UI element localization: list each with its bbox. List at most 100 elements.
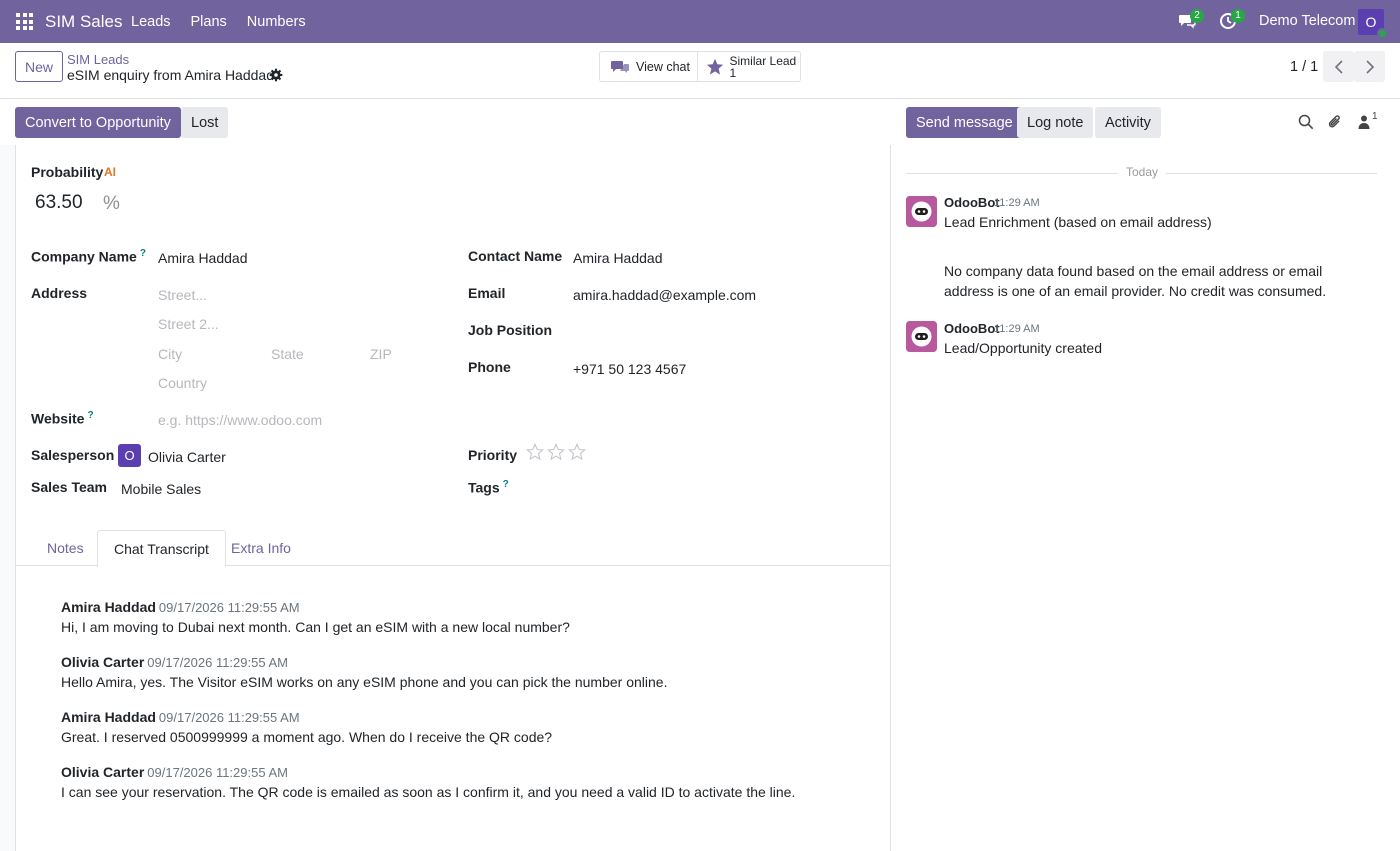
new-button[interactable]: New [15, 51, 63, 82]
street2-input[interactable]: Street 2... [158, 316, 219, 332]
pager-next-button[interactable] [1354, 51, 1385, 82]
form-notebook-tabs: Notes Chat Transcript Extra Info [15, 530, 890, 567]
company-name-field[interactable]: Amira Haddad [158, 250, 248, 266]
robot-icon [906, 321, 937, 352]
separator-line [1166, 173, 1377, 174]
transcript-message: Amira Haddad 09/17/2026 11:29:55 AM Hi, I… [61, 599, 570, 635]
message-date: 09/17/2026 11:29:55 AM [147, 655, 288, 670]
chevron-right-icon [1365, 59, 1374, 74]
send-message-button[interactable]: Send message [906, 107, 1023, 138]
breadcrumb-current: eSIM enquiry from Amira Haddad [67, 67, 274, 83]
message-author[interactable]: OdooBot [944, 321, 1000, 336]
probability-percent: % [103, 193, 120, 214]
followers-count: 1 [1372, 111, 1378, 122]
phone-field[interactable]: +971 50 123 4567 [573, 361, 686, 377]
ai-icon: AI [104, 165, 116, 179]
tab-chat-transcript[interactable]: Chat Transcript [97, 530, 226, 567]
message-body: Lead Enrichment (based on email address) [944, 214, 1212, 230]
message-date: 09/17/2026 11:29:55 AM [158, 600, 300, 615]
website-label: Website? [31, 410, 94, 427]
control-panel: New SIM Leads eSIM enquiry from Amira Ha… [0, 43, 1400, 99]
state-input[interactable]: State [271, 346, 304, 362]
paperclip-icon[interactable] [1327, 114, 1343, 130]
date-separator: Today [906, 165, 1377, 181]
company-name-label-text: Company Name [31, 248, 137, 265]
contact-name-label: Contact Name [468, 248, 563, 264]
odoobot-avatar [906, 321, 937, 352]
message-body: Hello Amira, yes. The Visitor eSIM works… [61, 674, 668, 690]
company-switcher[interactable]: Demo Telecom [1259, 13, 1355, 29]
messaging-menu[interactable]: 2 [1178, 9, 1204, 30]
message-date: 09/17/2026 11:29:55 AM [158, 710, 300, 725]
help-icon[interactable]: ? [140, 248, 146, 259]
view-chat-label: View chat [636, 59, 690, 74]
message-body: Great. I reserved 0500999999 a moment ag… [61, 729, 553, 745]
menu-item-numbers[interactable]: Numbers [247, 14, 306, 30]
website-input[interactable]: e.g. https://www.odoo.com [158, 412, 322, 428]
help-icon[interactable]: ? [87, 410, 93, 421]
tags-label-text: Tags [468, 479, 500, 496]
priority-star-icon[interactable] [526, 443, 544, 461]
menu-item-plans[interactable]: Plans [191, 14, 227, 30]
priority-label: Priority [468, 447, 518, 463]
message-author[interactable]: OdooBot [944, 195, 1000, 210]
log-note-button[interactable]: Log note [1017, 107, 1094, 138]
priority-widget [526, 443, 586, 461]
help-icon[interactable]: ? [503, 479, 509, 490]
sales-team-field[interactable]: Mobile Sales [121, 481, 201, 497]
view-chat-button[interactable]: View chat [600, 52, 698, 81]
pager-previous-button[interactable] [1323, 51, 1354, 82]
priority-star-icon[interactable] [568, 443, 586, 461]
separator-line [906, 173, 1118, 174]
lost-button[interactable]: Lost [181, 107, 229, 138]
tags-field[interactable] [573, 479, 853, 499]
transcript-message: Olivia Carter 09/17/2026 11:29:55 AM Hell… [61, 654, 667, 690]
pager-value[interactable]: 1 / 1 [1290, 59, 1318, 75]
similar-lead-count: 1 [729, 65, 737, 80]
address-label: Address [31, 285, 88, 301]
gear-icon[interactable] [269, 68, 283, 82]
tab-extra-info[interactable]: Extra Info [215, 530, 307, 566]
probability-label: Probability [31, 164, 104, 180]
smart-buttons: View chat Similar Lead 1 [599, 51, 801, 82]
message-author: Amira Haddad [61, 709, 156, 725]
city-input[interactable]: City [158, 346, 182, 362]
message-author: Amira Haddad [61, 599, 156, 615]
app-brand[interactable]: SIM Sales [45, 12, 122, 32]
followers-icon[interactable] [1357, 114, 1373, 130]
breadcrumb-parent[interactable]: SIM Leads [67, 52, 129, 67]
email-label: Email [468, 285, 506, 301]
activity-button[interactable]: Activity [1095, 107, 1161, 138]
tab-notes[interactable]: Notes [31, 530, 100, 566]
sales-team-label: Sales Team [31, 479, 108, 495]
form-statusbar: Convert to Opportunity Lost [0, 99, 890, 145]
chat-icon [611, 60, 629, 73]
zip-input[interactable]: ZIP [370, 346, 392, 362]
user-avatar[interactable]: O [1358, 9, 1388, 39]
job-position-field[interactable] [573, 322, 853, 342]
message-body: I can see your reservation. The QR code … [61, 784, 796, 800]
similar-lead-button[interactable]: Similar Lead 1 [698, 52, 800, 81]
odoobot-avatar [906, 196, 937, 227]
star-icon [706, 58, 723, 75]
message-time: 11:29 AM [994, 323, 1040, 335]
salesperson-field[interactable]: Olivia Carter [148, 449, 226, 465]
menu-item-leads[interactable]: Leads [131, 14, 171, 30]
phone-label: Phone [468, 359, 511, 375]
user-initial: O [1365, 14, 1377, 30]
street-input[interactable]: Street... [158, 287, 207, 303]
website-label-text: Website [31, 410, 85, 427]
probability-input[interactable]: 63.50 [35, 192, 83, 214]
message-author: Olivia Carter [61, 764, 145, 780]
app-menu-icon[interactable] [16, 13, 33, 30]
message-body: Lead/Opportunity created [944, 340, 1102, 356]
job-position-label: Job Position [468, 322, 552, 338]
convert-to-opportunity-button[interactable]: Convert to Opportunity [15, 107, 181, 138]
date-separator-label: Today [1126, 165, 1159, 179]
country-input[interactable]: Country [158, 375, 207, 391]
contact-name-field[interactable]: Amira Haddad [573, 250, 663, 266]
activity-menu[interactable]: 1 [1219, 9, 1245, 30]
priority-star-icon[interactable] [547, 443, 565, 461]
search-icon[interactable] [1298, 114, 1314, 130]
email-field[interactable]: amira.haddad@example.com [573, 287, 756, 303]
